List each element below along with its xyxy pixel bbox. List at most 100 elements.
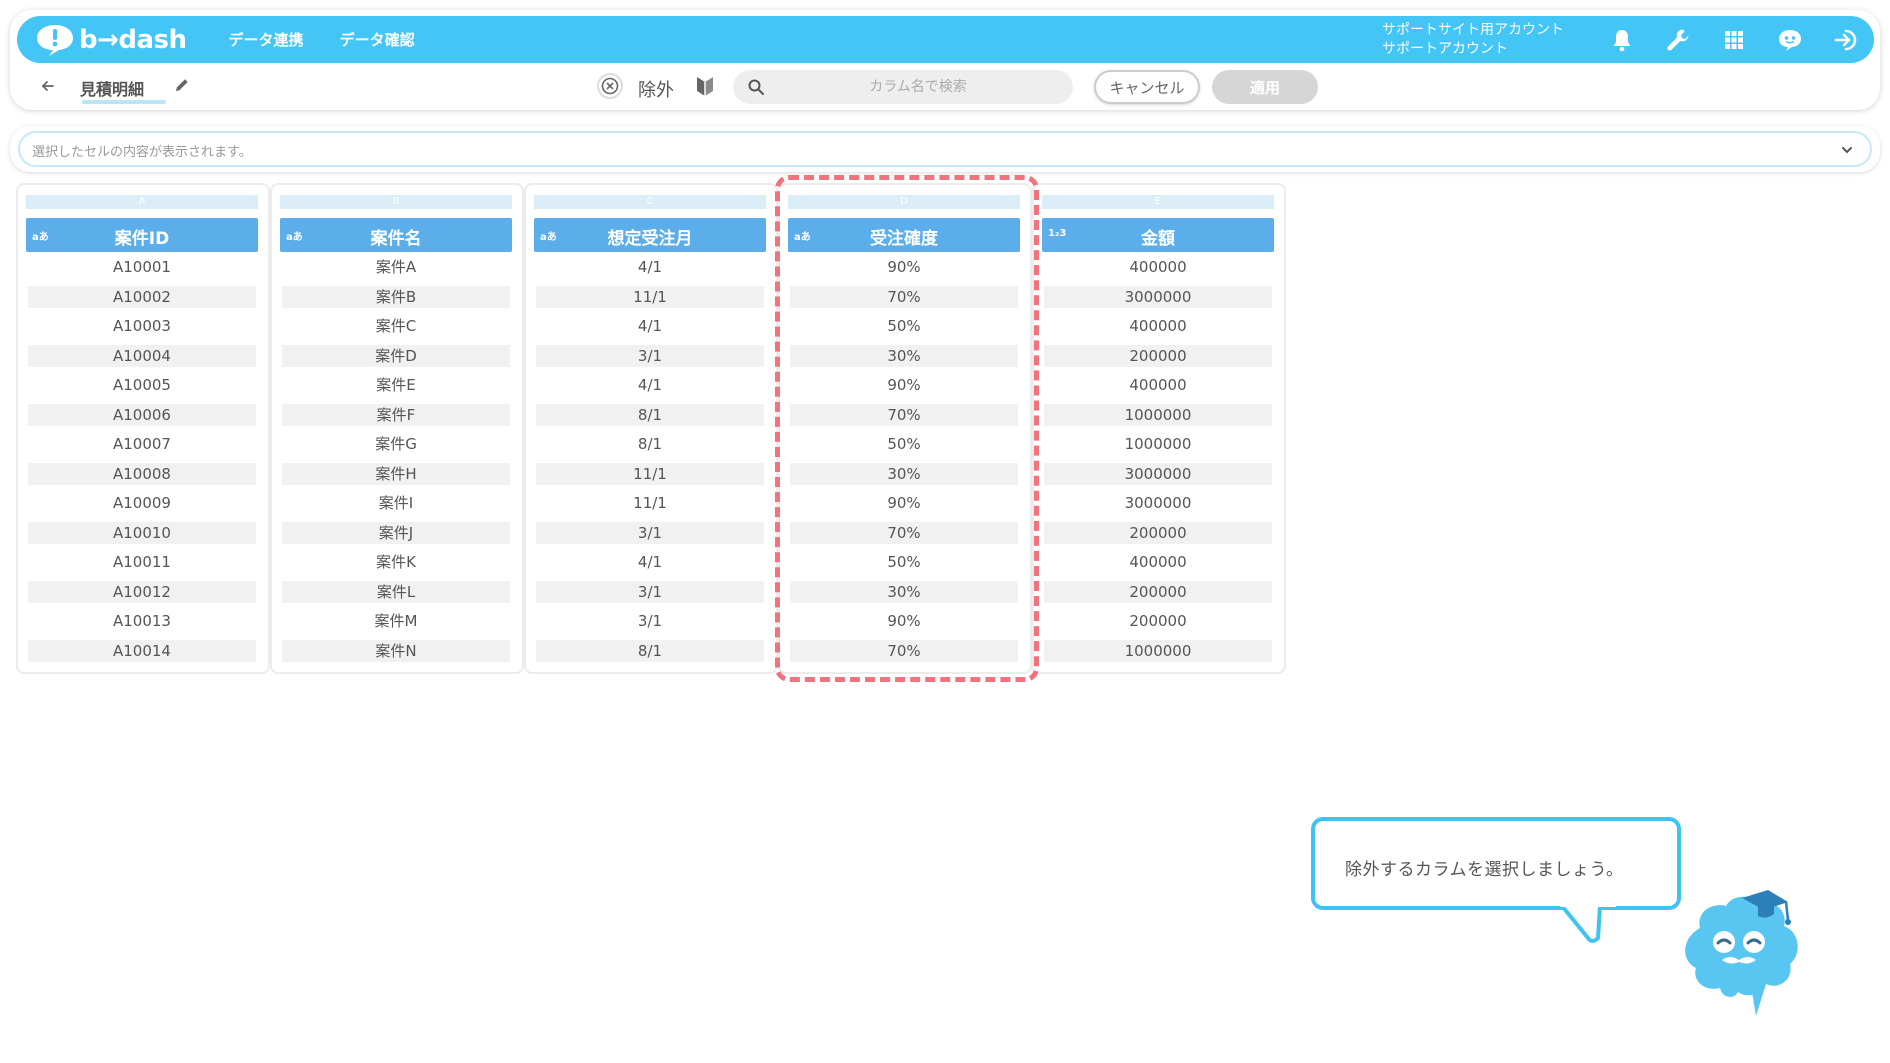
- table-cell[interactable]: 3/1: [536, 521, 764, 544]
- chevron-down-icon[interactable]: [1840, 143, 1854, 157]
- table-cell[interactable]: 1000000: [1044, 403, 1272, 426]
- table-cell[interactable]: 400000: [1044, 256, 1272, 278]
- grid-icon[interactable]: [1719, 25, 1749, 55]
- table-cell[interactable]: 400000: [1044, 374, 1272, 396]
- cancel-button[interactable]: キャンセル: [1094, 70, 1200, 104]
- column-d[interactable]: Daあ 受注確度 90% 70% 50% 30% 90% 70% 50% 30% 90% 70% 50%…: [780, 185, 1030, 672]
- pencil-icon[interactable]: [173, 76, 191, 94]
- table-cell[interactable]: 200000: [1044, 580, 1272, 603]
- table-cell[interactable]: 案件I: [282, 492, 510, 514]
- column-search-input[interactable]: [773, 70, 1063, 104]
- top-card: b→dash データ連携 データ確認 サポートサイト用アカウント サポートアカウ…: [10, 10, 1880, 110]
- table-cell[interactable]: 3000000: [1044, 492, 1272, 514]
- table-cell[interactable]: A10009: [28, 492, 256, 514]
- sheet-name[interactable]: 見積明細: [80, 76, 144, 100]
- account-info[interactable]: サポートサイト用アカウント サポートアカウント: [1382, 21, 1564, 59]
- table-cell[interactable]: A10010: [28, 521, 256, 544]
- bell-icon[interactable]: [1607, 25, 1637, 55]
- nav-link-data-integration[interactable]: データ連携: [229, 29, 304, 50]
- column-header[interactable]: aあ 案件ID: [26, 218, 258, 252]
- table-cell[interactable]: 200000: [1044, 344, 1272, 367]
- table-cell[interactable]: 90%: [790, 256, 1018, 278]
- table-cell[interactable]: A10002: [28, 285, 256, 308]
- table-cell[interactable]: A10004: [28, 344, 256, 367]
- table-cell[interactable]: 案件L: [282, 580, 510, 603]
- table-cell[interactable]: 4/1: [536, 374, 764, 396]
- table-cell[interactable]: 4/1: [536, 256, 764, 278]
- table-cell[interactable]: A10001: [28, 256, 256, 278]
- table-cell[interactable]: A10012: [28, 580, 256, 603]
- table-cell[interactable]: 11/1: [536, 285, 764, 308]
- table-cell[interactable]: 400000: [1044, 315, 1272, 337]
- table-cell[interactable]: 400000: [1044, 551, 1272, 573]
- table-cell[interactable]: 1000000: [1044, 639, 1272, 662]
- table-cell[interactable]: 200000: [1044, 521, 1272, 544]
- table-cell[interactable]: 11/1: [536, 462, 764, 485]
- table-cell[interactable]: 90%: [790, 374, 1018, 396]
- table-cell[interactable]: 3/1: [536, 610, 764, 632]
- chat-bot-icon[interactable]: [1775, 25, 1805, 55]
- table-cell[interactable]: 200000: [1044, 610, 1272, 632]
- table-cell[interactable]: 3000000: [1044, 285, 1272, 308]
- table-cell[interactable]: 案件H: [282, 462, 510, 485]
- column-e[interactable]: E 1₂3 金額 400000 3000000 400000 200000 400000 100…: [1034, 185, 1284, 672]
- apply-button[interactable]: 適用: [1212, 70, 1318, 104]
- table-cell[interactable]: A10005: [28, 374, 256, 396]
- table-cell[interactable]: 案件J: [282, 521, 510, 544]
- table-cell[interactable]: A10006: [28, 403, 256, 426]
- column-c[interactable]: Caあ 想定受注月 4/1 11/1 4/1 3/1 4/1 8/1 8/1 11/1 11/1 3/…: [526, 185, 776, 672]
- table-cell[interactable]: A10011: [28, 551, 256, 573]
- table-cell[interactable]: 4/1: [536, 315, 764, 337]
- table-cell[interactable]: 70%: [790, 285, 1018, 308]
- table-cell[interactable]: 30%: [790, 580, 1018, 603]
- column-header[interactable]: aあ 想定受注月: [534, 218, 766, 252]
- table-cell[interactable]: 案件C: [282, 315, 510, 337]
- table-cell[interactable]: 3/1: [536, 344, 764, 367]
- wrench-icon[interactable]: [1663, 25, 1693, 55]
- cell-content-bar[interactable]: 選択したセルの内容が表示されます。: [18, 131, 1872, 167]
- table-cell[interactable]: 案件M: [282, 610, 510, 632]
- table-cell[interactable]: 30%: [790, 462, 1018, 485]
- column-header[interactable]: aあ 受注確度: [788, 218, 1020, 252]
- table-cell[interactable]: A10007: [28, 433, 256, 455]
- table-cell[interactable]: 50%: [790, 551, 1018, 573]
- table-cell[interactable]: 1000000: [1044, 433, 1272, 455]
- table-cell[interactable]: A10013: [28, 610, 256, 632]
- column-header[interactable]: 1₂3 金額: [1042, 218, 1274, 252]
- table-cell[interactable]: 4/1: [536, 551, 764, 573]
- table-cell[interactable]: 90%: [790, 610, 1018, 632]
- logout-icon[interactable]: [1831, 25, 1861, 55]
- table-cell[interactable]: 案件N: [282, 639, 510, 662]
- table-cell[interactable]: 3/1: [536, 580, 764, 603]
- table-cell[interactable]: 3000000: [1044, 462, 1272, 485]
- table-cell[interactable]: 案件E: [282, 374, 510, 396]
- logo[interactable]: b→dash: [35, 23, 187, 57]
- table-cell[interactable]: A10008: [28, 462, 256, 485]
- table-cell[interactable]: A10014: [28, 639, 256, 662]
- table-cell[interactable]: 8/1: [536, 433, 764, 455]
- table-cell[interactable]: 8/1: [536, 639, 764, 662]
- table-cell[interactable]: 30%: [790, 344, 1018, 367]
- table-cell[interactable]: 70%: [790, 521, 1018, 544]
- column-header[interactable]: aあ 案件名: [280, 218, 512, 252]
- table-cell[interactable]: 案件F: [282, 403, 510, 426]
- table-cell[interactable]: 70%: [790, 639, 1018, 662]
- table-cell[interactable]: 11/1: [536, 492, 764, 514]
- beginner-mark-icon[interactable]: [694, 74, 716, 98]
- table-cell[interactable]: 案件D: [282, 344, 510, 367]
- table-cell[interactable]: 案件K: [282, 551, 510, 573]
- nav-link-data-check[interactable]: データ確認: [340, 29, 415, 50]
- table-cell[interactable]: A10003: [28, 315, 256, 337]
- table-cell[interactable]: 50%: [790, 433, 1018, 455]
- table-cell[interactable]: 50%: [790, 315, 1018, 337]
- column-rows: 400000 3000000 400000 200000 400000 1000000 10…: [1044, 256, 1272, 669]
- table-cell[interactable]: 70%: [790, 403, 1018, 426]
- column-b[interactable]: Baあ 案件名 案件A 案件B 案件C 案件D 案件E 案件F 案件G 案件H 案件I 案件J 案件K 案…: [272, 185, 522, 672]
- table-cell[interactable]: 案件A: [282, 256, 510, 278]
- back-arrow-icon[interactable]: [38, 76, 58, 96]
- table-cell[interactable]: 案件G: [282, 433, 510, 455]
- column-a[interactable]: Aaあ 案件ID A10001 A10002 A10003 A10004 A10005 A10…: [18, 185, 268, 672]
- table-cell[interactable]: 90%: [790, 492, 1018, 514]
- table-cell[interactable]: 8/1: [536, 403, 764, 426]
- table-cell[interactable]: 案件B: [282, 285, 510, 308]
